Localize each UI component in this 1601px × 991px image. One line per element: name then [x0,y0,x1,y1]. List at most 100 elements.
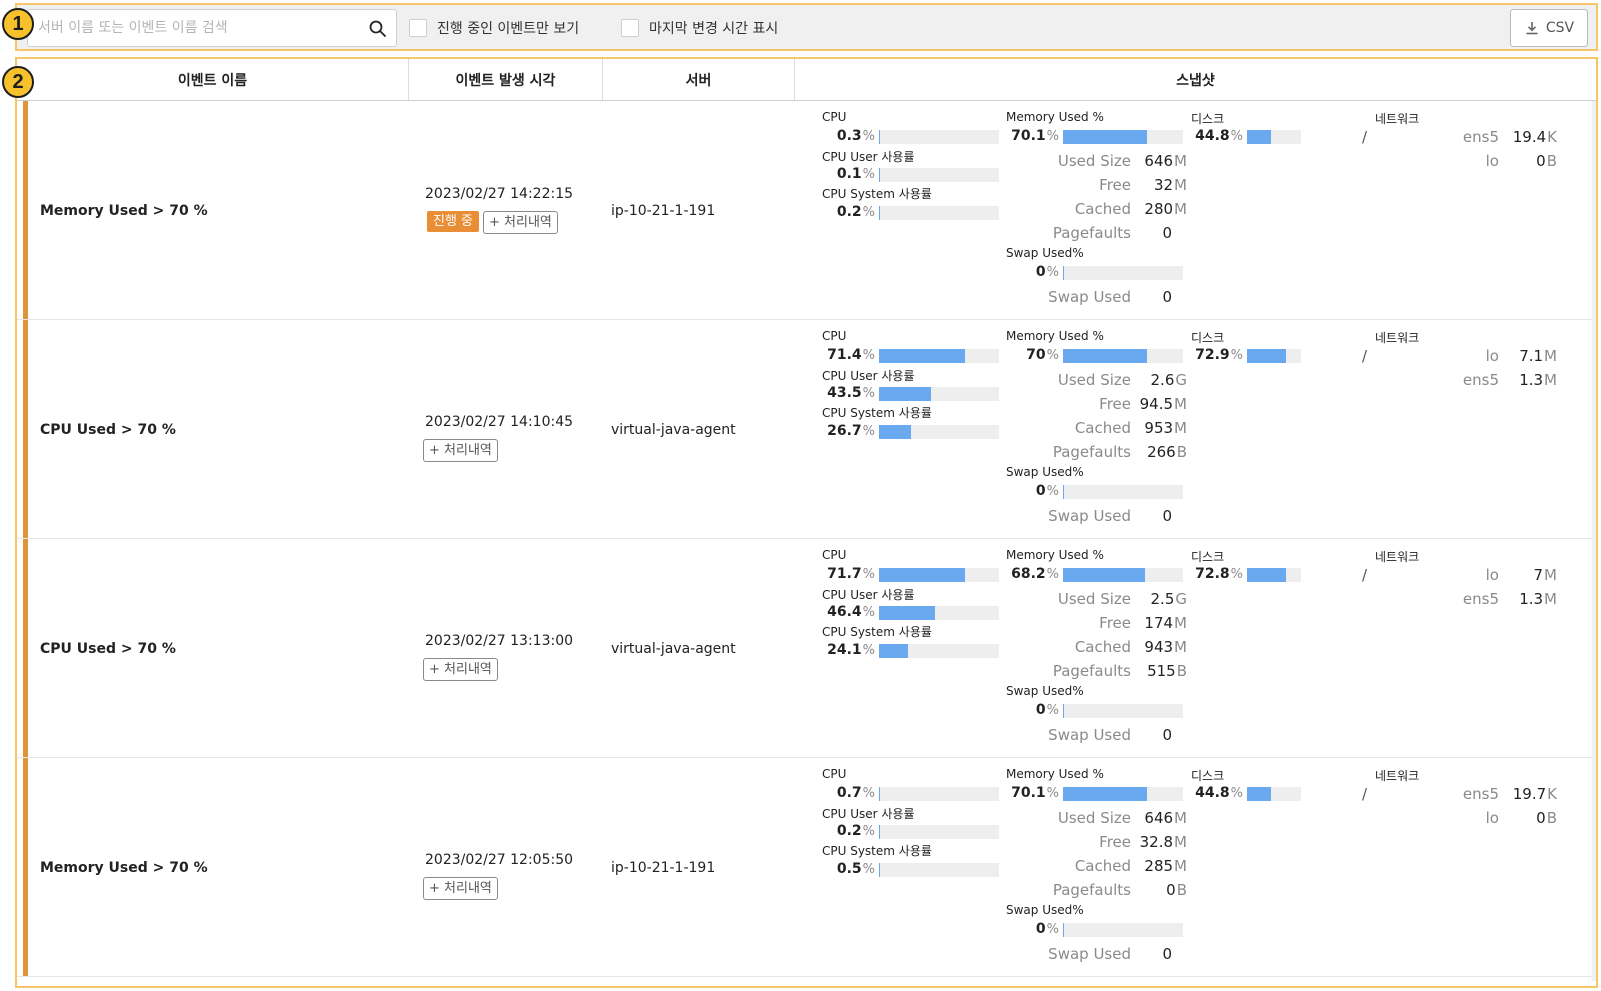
percent-unit: % [862,205,875,220]
pagefaults-value: 266B [1147,443,1187,461]
cpu-percent-value: 71.4 [827,347,862,363]
cpu-percent-value: 0.7 [836,785,862,801]
free-key: Free [1099,395,1131,413]
disk-percent: 44.8% [1183,128,1243,144]
cpu-bar-fill [879,130,880,144]
server-name[interactable]: virtual-java-agent [611,539,736,758]
network-interface-value-unit: K [1547,128,1557,146]
cpu-label: CPU [822,767,847,781]
free-value-unit: M [1174,395,1187,413]
free-value-number: 94.5 [1139,395,1174,413]
percent-unit: % [1046,129,1059,144]
cpu-system-label: CPU System 사용률 [822,844,932,858]
history-button[interactable]: + 처리내역 [423,658,498,681]
swap-used-value: 0 [1162,507,1187,525]
server-name[interactable]: ip-10-21-1-191 [611,758,715,977]
event-name[interactable]: Memory Used > 70 % [40,758,208,977]
disk-percent: 72.9% [1183,347,1243,363]
scrollbar-track[interactable] [1592,101,1596,981]
swap-used-bar-fill [1063,704,1064,718]
column-header-event-name[interactable]: 이벤트 이름 [17,59,409,100]
search-input[interactable] [38,10,348,46]
event-time: 2023/02/27 13:13:00 [425,633,574,649]
history-button[interactable]: + 처리내역 [423,439,498,462]
server-name[interactable]: virtual-java-agent [611,320,736,539]
cpu-system-label: CPU System 사용률 [822,406,932,420]
percent-unit: % [862,643,875,658]
swap-used-percent-label: Swap Used% [1006,465,1084,479]
show-last-changed-checkbox[interactable] [621,19,639,37]
cpu-system-bar-track [879,863,999,877]
network-interface-name: lo [1485,347,1499,365]
percent-unit: % [1230,348,1243,363]
cpu-label: CPU [822,110,847,124]
cpu-system-bar-fill [879,425,912,439]
free-value-unit: M [1174,176,1187,194]
event-tags: + 처리내역 [423,877,498,900]
cached-value-unit: M [1174,200,1187,218]
swap-used-bar-track [1063,704,1183,718]
network-interface-value: 1.3M [1519,371,1557,389]
network-label: 네트워크 [1375,112,1420,126]
only-ongoing-toggle[interactable]: 진행 중인 이벤트만 보기 [409,18,579,38]
network-interface-value-unit: M [1544,347,1557,365]
history-button[interactable]: + 처리내역 [483,211,558,234]
cpu-user-label: CPU User 사용률 [822,807,915,821]
percent-unit: % [1230,129,1243,144]
cpu-user-percent: 46.4% [815,604,875,620]
pagefaults-key: Pagefaults [1052,881,1131,899]
history-button[interactable]: + 처리내역 [423,877,498,900]
table-row-4[interactable]: Memory Used > 70 % 2023/02/27 12:05:50 +… [17,758,1596,977]
table-row-2[interactable]: CPU Used > 70 % 2023/02/27 14:10:45 + 처리… [17,320,1596,539]
only-ongoing-label: 진행 중인 이벤트만 보기 [437,21,580,37]
csv-download-button[interactable]: CSV [1510,9,1588,47]
network-interface-name: ens5 [1462,128,1499,146]
column-header-snapshot[interactable]: 스냅샷 [795,59,1596,100]
memory-used-bar-fill [1063,568,1145,582]
free-value-number: 32 [1153,176,1174,194]
table-row-3[interactable]: CPU Used > 70 % 2023/02/27 13:13:00 + 처리… [17,539,1596,758]
swap-used-percent: 0% [1019,483,1059,499]
only-ongoing-checkbox[interactable] [409,19,427,37]
disk-bar-track [1247,349,1301,363]
row-accent-bar [23,101,28,319]
used-size-value-unit: G [1175,590,1187,608]
event-name[interactable]: CPU Used > 70 % [40,320,176,539]
cpu-user-bar-track [879,606,999,620]
memory-used-percent-value: 70 [1026,347,1046,363]
column-header-server[interactable]: 서버 [603,59,795,100]
network-interface-name: lo [1485,809,1499,827]
cpu-bar-fill [879,568,966,582]
swap-used-percent-value: 0 [1035,483,1046,499]
disk-label: 디스크 [1191,550,1225,564]
show-last-changed-toggle[interactable]: 마지막 변경 시간 표시 [621,18,778,38]
percent-unit: % [1230,786,1243,801]
used-size-value-number: 646 [1144,152,1174,170]
network-interface-name: lo [1485,152,1499,170]
disk-bar-track [1247,568,1301,582]
free-key: Free [1099,833,1131,851]
event-time-cell: 2023/02/27 13:13:00 + 처리내역 [421,539,611,758]
memory-used-percent: 70.1% [999,785,1059,801]
disk-mount-path: / [1362,785,1368,803]
used-size-value-unit: M [1174,809,1187,827]
swap-used-bar-track [1063,923,1183,937]
free-value: 32.8M [1140,833,1187,851]
disk-percent-value: 44.8 [1195,785,1230,801]
search-icon[interactable] [368,19,388,39]
pagefaults-key: Pagefaults [1052,662,1131,680]
server-name[interactable]: ip-10-21-1-191 [611,101,715,320]
table-row-1[interactable]: Memory Used > 70 % 2023/02/27 14:22:15 진… [17,101,1596,320]
network-interface-value-number: 1.3 [1519,590,1544,608]
swap-used-value-number: 0 [1162,945,1172,963]
percent-unit: % [1046,567,1059,582]
pagefaults-value: 0B [1166,881,1187,899]
cpu-user-bar-fill [879,168,880,182]
event-name[interactable]: Memory Used > 70 % [40,101,208,320]
event-name[interactable]: CPU Used > 70 % [40,539,176,758]
search-box[interactable] [27,9,397,47]
disk-percent: 44.8% [1183,785,1243,801]
used-size-value: 2.5G [1151,590,1187,608]
column-header-event-time[interactable]: 이벤트 발생 시각 [409,59,603,100]
event-time: 2023/02/27 14:22:15 [425,186,574,202]
